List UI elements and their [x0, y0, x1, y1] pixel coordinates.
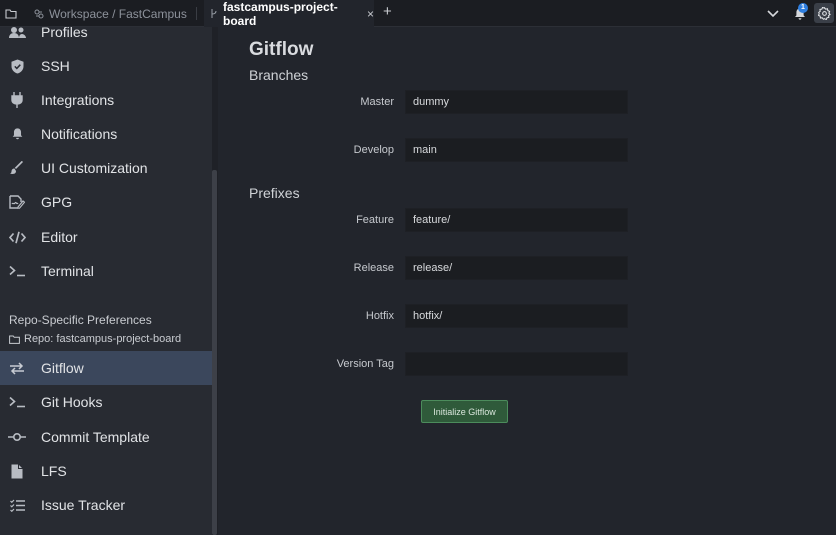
- tab-bar: Workspace / FastCampus fastcampus-projec…: [0, 0, 836, 28]
- sidebar-item-integrations[interactable]: Integrations: [0, 83, 212, 117]
- sidebar-item-label: Gitflow: [41, 360, 84, 376]
- sidebar-item-git-hooks[interactable]: Git Hooks: [0, 385, 212, 419]
- sidebar-item-notifications[interactable]: Notifications: [0, 117, 212, 151]
- version-tag-input[interactable]: [405, 352, 628, 376]
- feature-prefix-input[interactable]: feature/: [405, 208, 628, 232]
- sidebar-item-label: Editor: [41, 229, 78, 245]
- terminal-icon: [8, 393, 26, 411]
- add-tab-button[interactable]: +: [383, 3, 392, 20]
- checklist-icon: [8, 496, 26, 514]
- settings-button[interactable]: [814, 3, 834, 23]
- sidebar-item-ui-customization[interactable]: UI Customization: [0, 151, 212, 185]
- sidebar-item-label: UI Customization: [41, 160, 148, 176]
- sidebar-item-label: Issue Tracker: [41, 497, 126, 513]
- sidebar-item-gitflow[interactable]: Gitflow: [0, 351, 212, 385]
- sidebar-item-label: Terminal: [41, 263, 94, 279]
- tab-divider: [196, 7, 197, 20]
- folder-icon[interactable]: [2, 0, 20, 27]
- sidebar-item-label: Notifications: [41, 126, 118, 142]
- commit-icon: [8, 428, 26, 446]
- version-tag-label: Version Tag: [336, 358, 394, 370]
- preferences-sidebar: Profiles SSH Integrations Notifications …: [0, 27, 212, 535]
- users-icon: [8, 27, 26, 41]
- release-prefix-input[interactable]: release/: [405, 256, 628, 280]
- tab-project[interactable]: fastcampus-project-board ×: [204, 0, 374, 28]
- repo-label: Repo: fastcampus-project-board: [9, 333, 181, 345]
- release-label: Release: [353, 262, 394, 274]
- sidebar-item-label: SSH: [41, 58, 70, 74]
- branches-heading: Branches: [249, 67, 309, 83]
- sidebar-item-commit-template[interactable]: Commit Template: [0, 420, 212, 454]
- sidebar-item-label: LFS: [41, 463, 67, 479]
- sidebar-item-gpg[interactable]: GPG: [0, 185, 212, 219]
- repo-name: Repo: fastcampus-project-board: [24, 333, 182, 345]
- sidebar-item-profiles[interactable]: Profiles: [0, 27, 212, 49]
- master-branch-input[interactable]: dummy: [405, 90, 628, 114]
- sidebar-item-label: Profiles: [41, 27, 88, 40]
- tab-workspace[interactable]: Workspace / FastCampus: [34, 0, 187, 27]
- chevron-down-icon[interactable]: [764, 0, 782, 27]
- sidebar-item-label: Git Hooks: [41, 394, 103, 410]
- sidebar-item-editor[interactable]: Editor: [0, 220, 212, 254]
- workspace-icon: [34, 9, 44, 19]
- develop-branch-input[interactable]: main: [405, 138, 628, 162]
- page-title: Gitflow: [249, 39, 314, 60]
- swap-arrows-icon: [8, 359, 26, 377]
- gitflow-settings-panel: Gitflow Branches Master dummy Develop ma…: [218, 27, 836, 535]
- folder-icon: [9, 335, 20, 344]
- initialize-gitflow-button[interactable]: Initialize Gitflow: [421, 400, 508, 423]
- sidebar-item-label: Integrations: [41, 92, 115, 108]
- sidebar-item-lfs[interactable]: LFS: [0, 454, 212, 488]
- gear-icon: [817, 6, 831, 20]
- master-label: Master: [360, 96, 394, 108]
- tab-workspace-label: Workspace / FastCampus: [49, 6, 187, 21]
- tab-project-label: fastcampus-project-board: [223, 0, 338, 28]
- notification-badge: 1: [798, 3, 808, 13]
- sidebar-item-label: GPG: [41, 194, 73, 210]
- feature-label: Feature: [356, 214, 394, 226]
- sidebar-item-terminal[interactable]: Terminal: [0, 254, 212, 288]
- bell-icon: [8, 125, 26, 143]
- plug-icon: [8, 91, 26, 109]
- prefixes-heading: Prefixes: [249, 185, 300, 201]
- hotfix-prefix-input[interactable]: hotfix/: [405, 304, 628, 328]
- branch-icon: [210, 8, 218, 19]
- terminal-icon: [8, 262, 26, 280]
- notifications-button[interactable]: 1: [789, 0, 811, 27]
- close-tab-icon[interactable]: ×: [367, 7, 374, 21]
- develop-label: Develop: [353, 144, 394, 156]
- sidebar-item-issue-tracker[interactable]: Issue Tracker: [0, 488, 212, 522]
- shield-icon: [8, 57, 26, 75]
- brush-icon: [8, 159, 26, 177]
- code-icon: [8, 228, 26, 246]
- repo-preferences-heading: Repo-Specific Preferences: [9, 313, 152, 327]
- sidebar-scrollbar-thumb[interactable]: [212, 170, 217, 535]
- sidebar-item-ssh[interactable]: SSH: [0, 49, 212, 83]
- signature-icon: [8, 193, 26, 211]
- file-icon: [8, 462, 26, 480]
- hotfix-label: Hotfix: [365, 310, 394, 322]
- sidebar-item-label: Commit Template: [41, 429, 150, 445]
